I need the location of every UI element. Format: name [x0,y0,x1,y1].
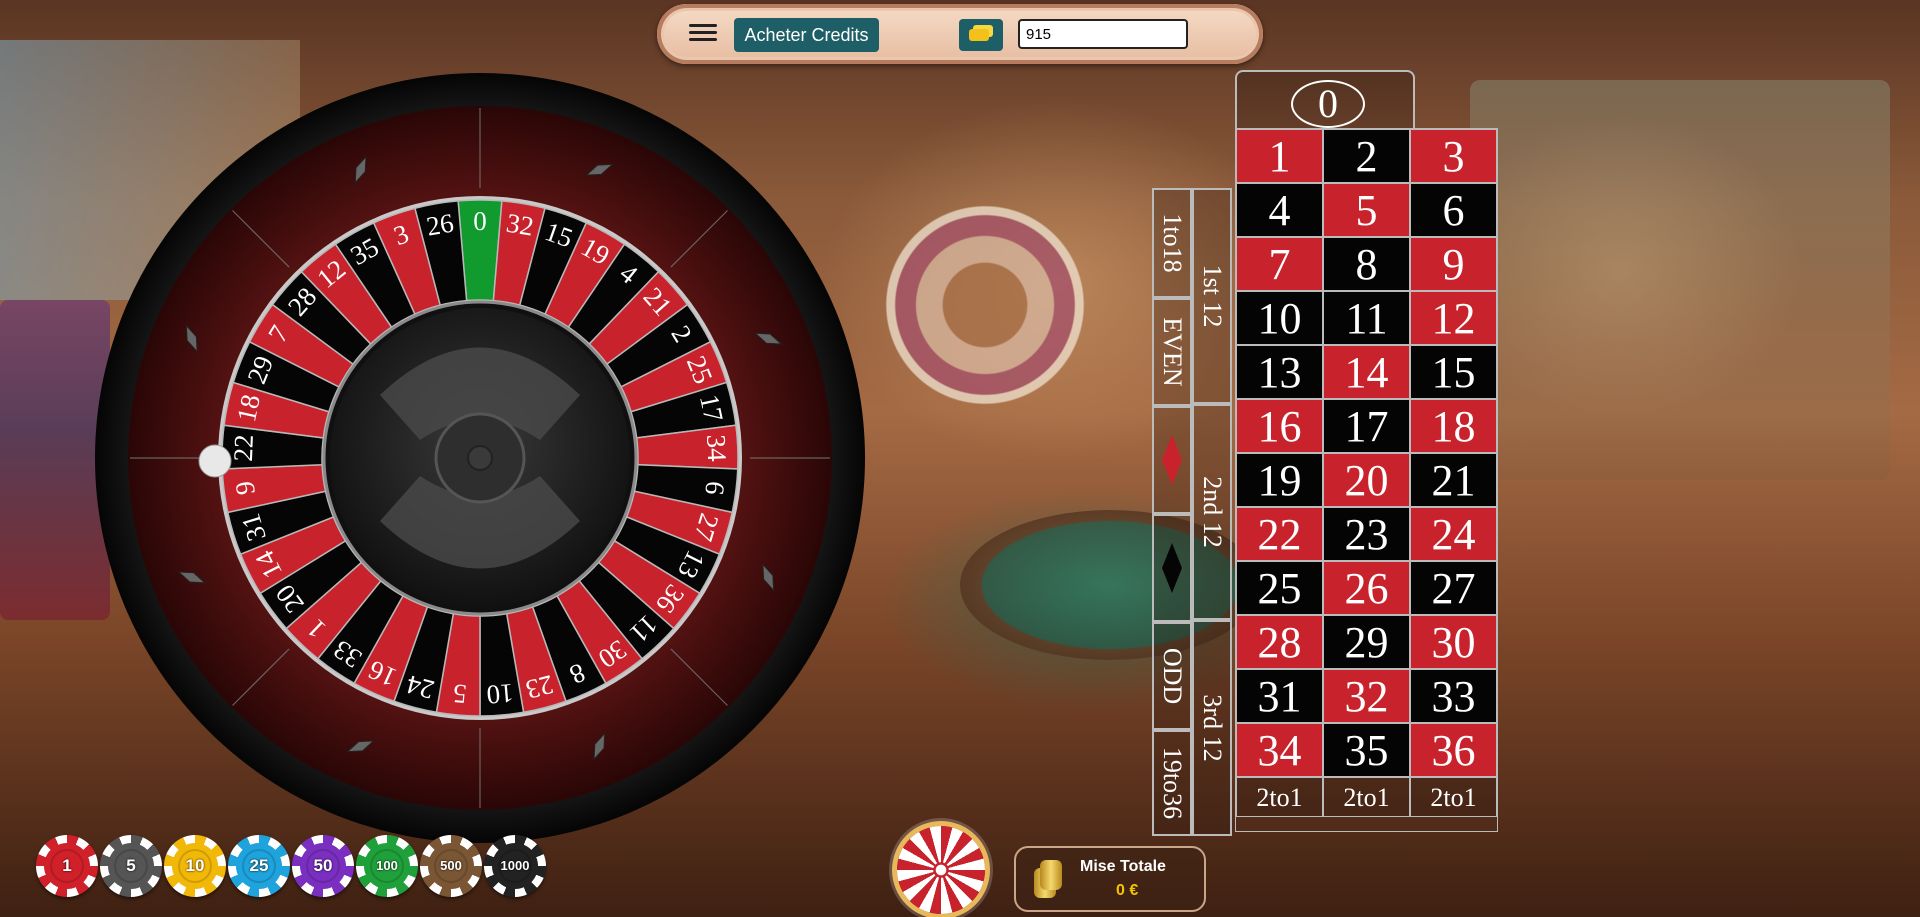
number-cell[interactable]: 35 [1323,723,1410,777]
wheel-pocket-number: 0 [473,206,487,236]
bet-black[interactable] [1152,514,1192,622]
number-cell[interactable]: 31 [1236,669,1323,723]
dozen-2-label: 2nd 12 [1198,476,1227,548]
number-cell[interactable]: 3 [1410,129,1497,183]
background-wheel-decor [880,200,1090,410]
background-wall-panel [1470,80,1890,480]
chip-1000[interactable]: 1000 [484,835,546,897]
number-cell[interactable]: 18 [1410,399,1497,453]
number-cell[interactable]: 1 [1236,129,1323,183]
bet-1to18[interactable]: 1to18 [1152,188,1192,298]
number-cell[interactable]: 9 [1410,237,1497,291]
chip-value: 1 [62,856,72,875]
red-diamond-icon [1162,435,1182,485]
number-cell[interactable]: 8 [1323,237,1410,291]
number-cell[interactable]: 23 [1323,507,1410,561]
credits-input[interactable] [1018,19,1188,49]
chip-value: 100 [376,858,398,873]
number-cell[interactable]: 30 [1410,615,1497,669]
bet-1to18-label: 1to18 [1158,213,1187,273]
number-cell[interactable]: 5 [1323,183,1410,237]
number-cell[interactable]: 28 [1236,615,1323,669]
roulette-ball [198,444,232,478]
bet-19to36-label: 19to36 [1158,746,1187,820]
number-cell[interactable]: 26 [1323,561,1410,615]
number-cell[interactable]: 27 [1410,561,1497,615]
total-bet-label: Mise Totale [1080,858,1166,875]
coin-stack-icon[interactable] [959,19,1003,51]
column-bet-3[interactable]: 2to1 [1410,777,1497,817]
wheel-pocket-number: 34 [701,434,732,463]
number-cell[interactable]: 16 [1236,399,1323,453]
roulette-wheel: 0 32 15 19421225173462713361130823105241633… [95,73,865,843]
chip-value: 5 [126,856,136,875]
chip-1[interactable]: 1 [36,835,98,897]
total-bet-value: 0 € [1116,882,1139,899]
number-cell[interactable]: 10 [1236,291,1323,345]
chip-50[interactable]: 50 [292,835,354,897]
chip-25[interactable]: 25 [228,835,290,897]
chip-value: 10 [185,856,205,875]
chip-500[interactable]: 500 [420,835,482,897]
number-cell[interactable]: 21 [1410,453,1497,507]
chip-value: 500 [440,858,462,873]
wheel-pocket-number: 5 [452,678,468,709]
chip-value: 25 [249,856,269,875]
number-cell[interactable]: 25 [1236,561,1323,615]
number-zero[interactable]: 0 [1291,80,1365,128]
number-cell[interactable]: 36 [1410,723,1497,777]
dozen-3-label: 3rd 12 [1198,694,1227,762]
wheel-spin-icon[interactable] [897,826,985,914]
number-cell[interactable]: 32 [1323,669,1410,723]
bet-2nd-dozen[interactable]: 2nd 12 [1192,404,1232,620]
bet-19to36[interactable]: 19to36 [1152,730,1192,836]
bet-odd-label: ODD [1158,647,1187,705]
bet-even[interactable]: EVEN [1152,298,1192,406]
bet-1st-dozen[interactable]: 1st 12 [1192,188,1232,404]
number-cell[interactable]: 7 [1236,237,1323,291]
bet-odd[interactable]: ODD [1152,622,1192,730]
hub-spindle [467,445,493,471]
number-cell[interactable]: 24 [1410,507,1497,561]
total-bet-panel: Mise Totale 0 € [1014,846,1206,912]
number-cell[interactable]: 12 [1410,291,1497,345]
dozen-1-label: 1st 12 [1198,264,1227,328]
chip-5[interactable]: 5 [100,835,162,897]
number-cell[interactable]: 13 [1236,345,1323,399]
wheel-pocket-number: 32 [504,208,536,242]
wheel-pocket-number: 26 [424,208,456,242]
black-diamond-icon [1162,543,1182,593]
number-cell[interactable]: 19 [1236,453,1323,507]
outside-bets: 1to18 EVEN ODD 19to36 1st 12 2nd 12 3rd … [1152,128,1232,836]
chip-value: 50 [313,856,333,875]
column-bet-2[interactable]: 2to1 [1323,777,1410,817]
number-cell[interactable]: 14 [1323,345,1410,399]
number-cell[interactable]: 34 [1236,723,1323,777]
gold-coins-icon [1034,860,1062,898]
number-cell[interactable]: 29 [1323,615,1410,669]
number-cell[interactable]: 33 [1410,669,1497,723]
number-cell[interactable]: 6 [1410,183,1497,237]
chip-value: 1000 [500,858,530,873]
chip-10[interactable]: 10 [164,835,226,897]
bet-red[interactable] [1152,406,1192,514]
chip-100[interactable]: 100 [356,835,418,897]
wheel-pocket-number: 22 [228,434,259,462]
bet-even-label: EVEN [1158,317,1187,387]
column-bet-1[interactable]: 2to1 [1236,777,1323,817]
number-grid: 1 2 3 4 5 6 7 8 9 10 11 12 13 14 15 16 17 18 19 20 21 22 23 24 2… [1235,128,1498,832]
number-cell[interactable]: 4 [1236,183,1323,237]
number-cell[interactable]: 11 [1323,291,1410,345]
bet-3rd-dozen[interactable]: 3rd 12 [1192,620,1232,836]
wheel-pocket-number: 10 [485,678,514,710]
number-cell[interactable]: 2 [1323,129,1410,183]
number-cell[interactable]: 17 [1323,399,1410,453]
number-cell[interactable]: 15 [1410,345,1497,399]
number-cell[interactable]: 22 [1236,507,1323,561]
number-cell[interactable]: 20 [1323,453,1410,507]
